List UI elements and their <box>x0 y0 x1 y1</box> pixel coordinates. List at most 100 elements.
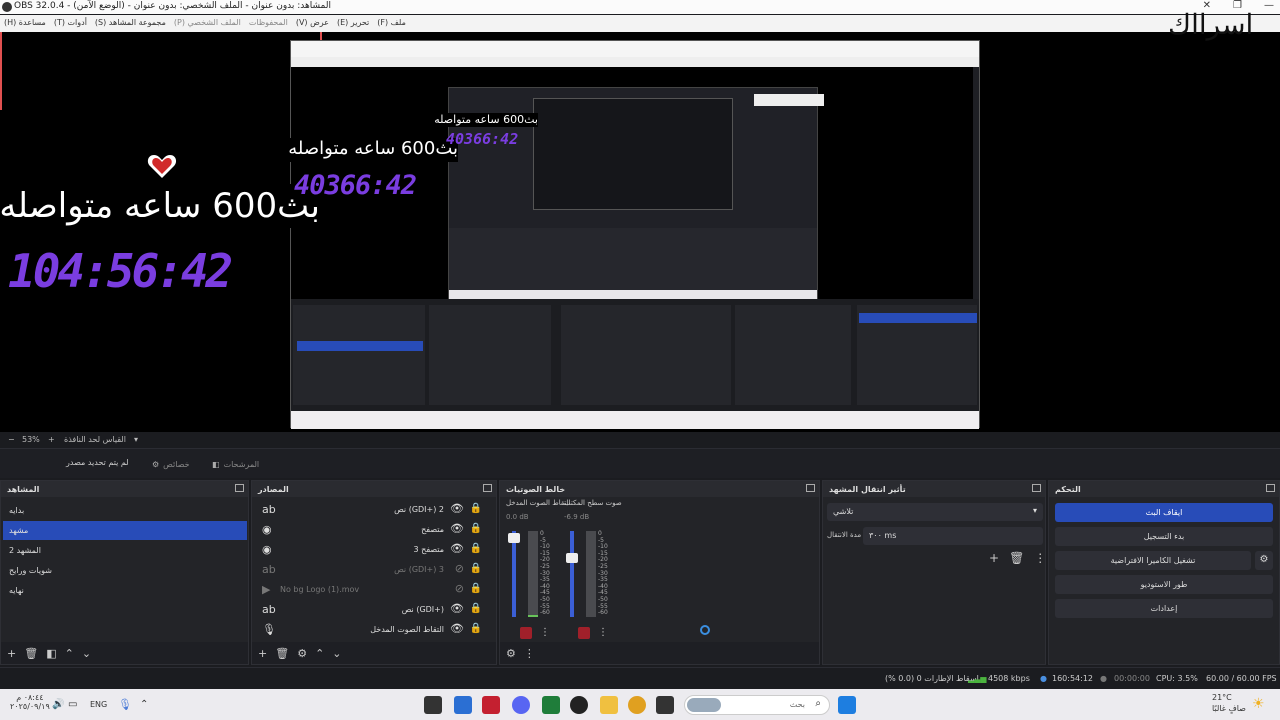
kebab-menu-icon[interactable]: ⋮ <box>524 647 535 660</box>
chevron-up-icon[interactable]: ⌃ <box>65 647 74 660</box>
discord-icon[interactable] <box>512 696 530 714</box>
gear-icon[interactable]: ⚙ <box>1255 551 1273 570</box>
file-explorer-icon[interactable] <box>600 696 618 714</box>
eye-hidden-icon[interactable]: ⊘ <box>455 562 464 575</box>
lock-icon[interactable]: 🔒 <box>470 503 482 514</box>
source-item[interactable]: ▶ No bg Logo (1).mov ⊘ 🔒 <box>258 581 488 599</box>
undock-icon[interactable] <box>483 484 492 492</box>
clock[interactable]: ٠٨:٤٤ م ٢٠٢٥/٠٩/١٩ <box>10 693 50 711</box>
scene-item[interactable]: نهايه <box>3 581 247 600</box>
chrome-icon[interactable] <box>628 696 646 714</box>
kebab-menu-icon[interactable]: ⋮ <box>540 627 550 638</box>
language-indicator[interactable]: ENG <box>90 700 107 709</box>
search-box[interactable]: بحث ⌕ <box>684 695 830 715</box>
scene-item[interactable]: المشهد 2 <box>3 541 247 560</box>
network-icon[interactable]: ▭ <box>68 699 77 710</box>
chevron-down-icon[interactable]: ⌄ <box>332 647 341 660</box>
menu-file[interactable]: ملف (F) <box>377 18 406 27</box>
menu-docks[interactable]: المحفوظات <box>249 18 288 27</box>
app-window-icon[interactable] <box>454 696 472 714</box>
menu-help[interactable]: مساعدة (H) <box>4 18 46 27</box>
eye-icon[interactable]: 👁 <box>450 522 464 535</box>
kebab-menu-icon[interactable]: ⋮ <box>598 627 608 638</box>
start-virtual-camera-button[interactable]: تشغيل الكاميرا الافتراضية <box>1055 551 1251 570</box>
undock-icon[interactable] <box>806 484 815 492</box>
volume-slider[interactable] <box>512 531 516 617</box>
undock-icon[interactable] <box>1266 484 1275 492</box>
volume-slider-handle[interactable] <box>508 533 520 543</box>
trash-icon[interactable]: 🗑 <box>24 647 38 660</box>
weather-desc[interactable]: صافٍ غالبًا <box>1212 704 1246 713</box>
mixer-settings-icon[interactable]: ⚙ <box>506 647 516 660</box>
acrobat-icon[interactable] <box>482 696 500 714</box>
zoom-in-button[interactable]: + <box>48 435 55 444</box>
source-item[interactable]: ab نص (GDI+) 👁 🔒 <box>258 601 488 619</box>
menu-tools[interactable]: أدوات (T) <box>54 18 87 27</box>
lock-icon[interactable]: 🔒 <box>470 523 482 534</box>
source-item[interactable]: 🎙 التقاط الصوت المدخل 👁 🔒 <box>258 621 488 639</box>
chevron-up-icon[interactable]: ⌃ <box>315 647 324 660</box>
eye-hidden-icon[interactable]: ⊘ <box>455 582 464 595</box>
lock-icon[interactable]: 🔒 <box>470 583 482 594</box>
zoom-out-button[interactable]: − <box>8 435 15 444</box>
eye-icon[interactable]: 👁 <box>450 602 464 615</box>
trash-icon[interactable]: 🗑 <box>1009 551 1024 565</box>
app-icon[interactable] <box>656 696 674 714</box>
weather-temp[interactable]: 21°C <box>1212 693 1232 702</box>
settings-button[interactable]: إعدادات <box>1055 599 1273 618</box>
add-transition-icon[interactable]: + <box>989 551 999 565</box>
terminal-icon[interactable] <box>542 696 560 714</box>
filters-button[interactable]: ◧ المرشحات <box>206 454 265 474</box>
menu-edit[interactable]: تحرير (E) <box>337 18 369 27</box>
lock-icon[interactable]: 🔒 <box>470 563 482 574</box>
menu-scene-collection[interactable]: مجموعة المشاهد (S) <box>95 18 166 27</box>
xbox-app-icon[interactable] <box>424 696 442 714</box>
eye-icon[interactable]: 👁 <box>450 622 464 635</box>
source-item[interactable]: ◉ متصفح 👁 🔒 <box>258 521 488 539</box>
scene-item[interactable]: مشهد <box>3 521 247 540</box>
scene-item[interactable]: شويات ورايح <box>3 561 247 580</box>
mic-icon[interactable]: 🎙 <box>118 698 132 711</box>
weather-icon[interactable]: ☀ <box>1252 696 1265 712</box>
studio-mode-button[interactable]: طور الاستوديو <box>1055 575 1273 594</box>
lock-icon[interactable]: 🔒 <box>470 543 482 554</box>
source-item[interactable]: ab نص (GDI+) 3 ⊘ 🔒 <box>258 561 488 579</box>
filters-label: المرشحات <box>223 459 260 469</box>
menu-profile[interactable]: الملف الشخصي (P) <box>174 18 241 27</box>
zoom-mode-label[interactable]: القياس لحد النافذة <box>64 435 126 444</box>
properties-button[interactable]: ⚙ خصائص <box>146 454 196 474</box>
windows-start-icon[interactable] <box>838 696 856 714</box>
stop-streaming-button[interactable]: ايقاف البث <box>1055 503 1273 522</box>
trash-icon[interactable]: 🗑 <box>275 647 289 660</box>
kebab-menu-icon[interactable]: ⋮ <box>1034 551 1046 565</box>
lock-icon[interactable]: 🔒 <box>470 603 482 614</box>
source-item[interactable]: ab نص (GDI+) 2 👁 🔒 <box>258 501 488 519</box>
eye-icon[interactable]: 👁 <box>450 502 464 515</box>
volume-slider[interactable] <box>570 531 574 617</box>
chevron-down-icon[interactable]: ▾ <box>134 435 138 444</box>
chevron-up-icon[interactable]: ⌃ <box>140 699 148 710</box>
menu-view[interactable]: عرض (V) <box>296 18 329 27</box>
undock-icon[interactable] <box>1032 484 1041 492</box>
text-icon: ab <box>262 503 276 516</box>
gear-icon[interactable]: ⚙ <box>297 647 307 660</box>
source-item[interactable]: ◉ متصفح 3 👁 🔒 <box>258 541 488 559</box>
minimize-button[interactable]: — <box>1264 0 1274 11</box>
volume-icon[interactable]: 🔊 <box>52 699 64 710</box>
scene-item[interactable]: بدايه <box>3 501 247 520</box>
obs-logo-icon <box>2 2 12 12</box>
transition-select[interactable]: تلاشي ▾ <box>827 503 1043 521</box>
eye-icon[interactable]: 👁 <box>450 542 464 555</box>
undock-icon[interactable] <box>235 484 244 492</box>
add-scene-icon[interactable]: + <box>7 647 16 660</box>
obs-app-icon[interactable] <box>570 696 588 714</box>
add-source-icon[interactable]: + <box>258 647 267 660</box>
mute-button[interactable] <box>520 627 532 639</box>
lock-icon[interactable]: 🔒 <box>470 623 482 634</box>
duration-input[interactable]: ٣٠٠ ms <box>863 527 1043 545</box>
chevron-down-icon[interactable]: ⌄ <box>82 647 91 660</box>
filter-icon[interactable]: ◧ <box>46 647 56 660</box>
start-recording-button[interactable]: بدء التسجيل <box>1055 527 1273 546</box>
mute-button[interactable] <box>578 627 590 639</box>
volume-slider-handle[interactable] <box>566 553 578 563</box>
